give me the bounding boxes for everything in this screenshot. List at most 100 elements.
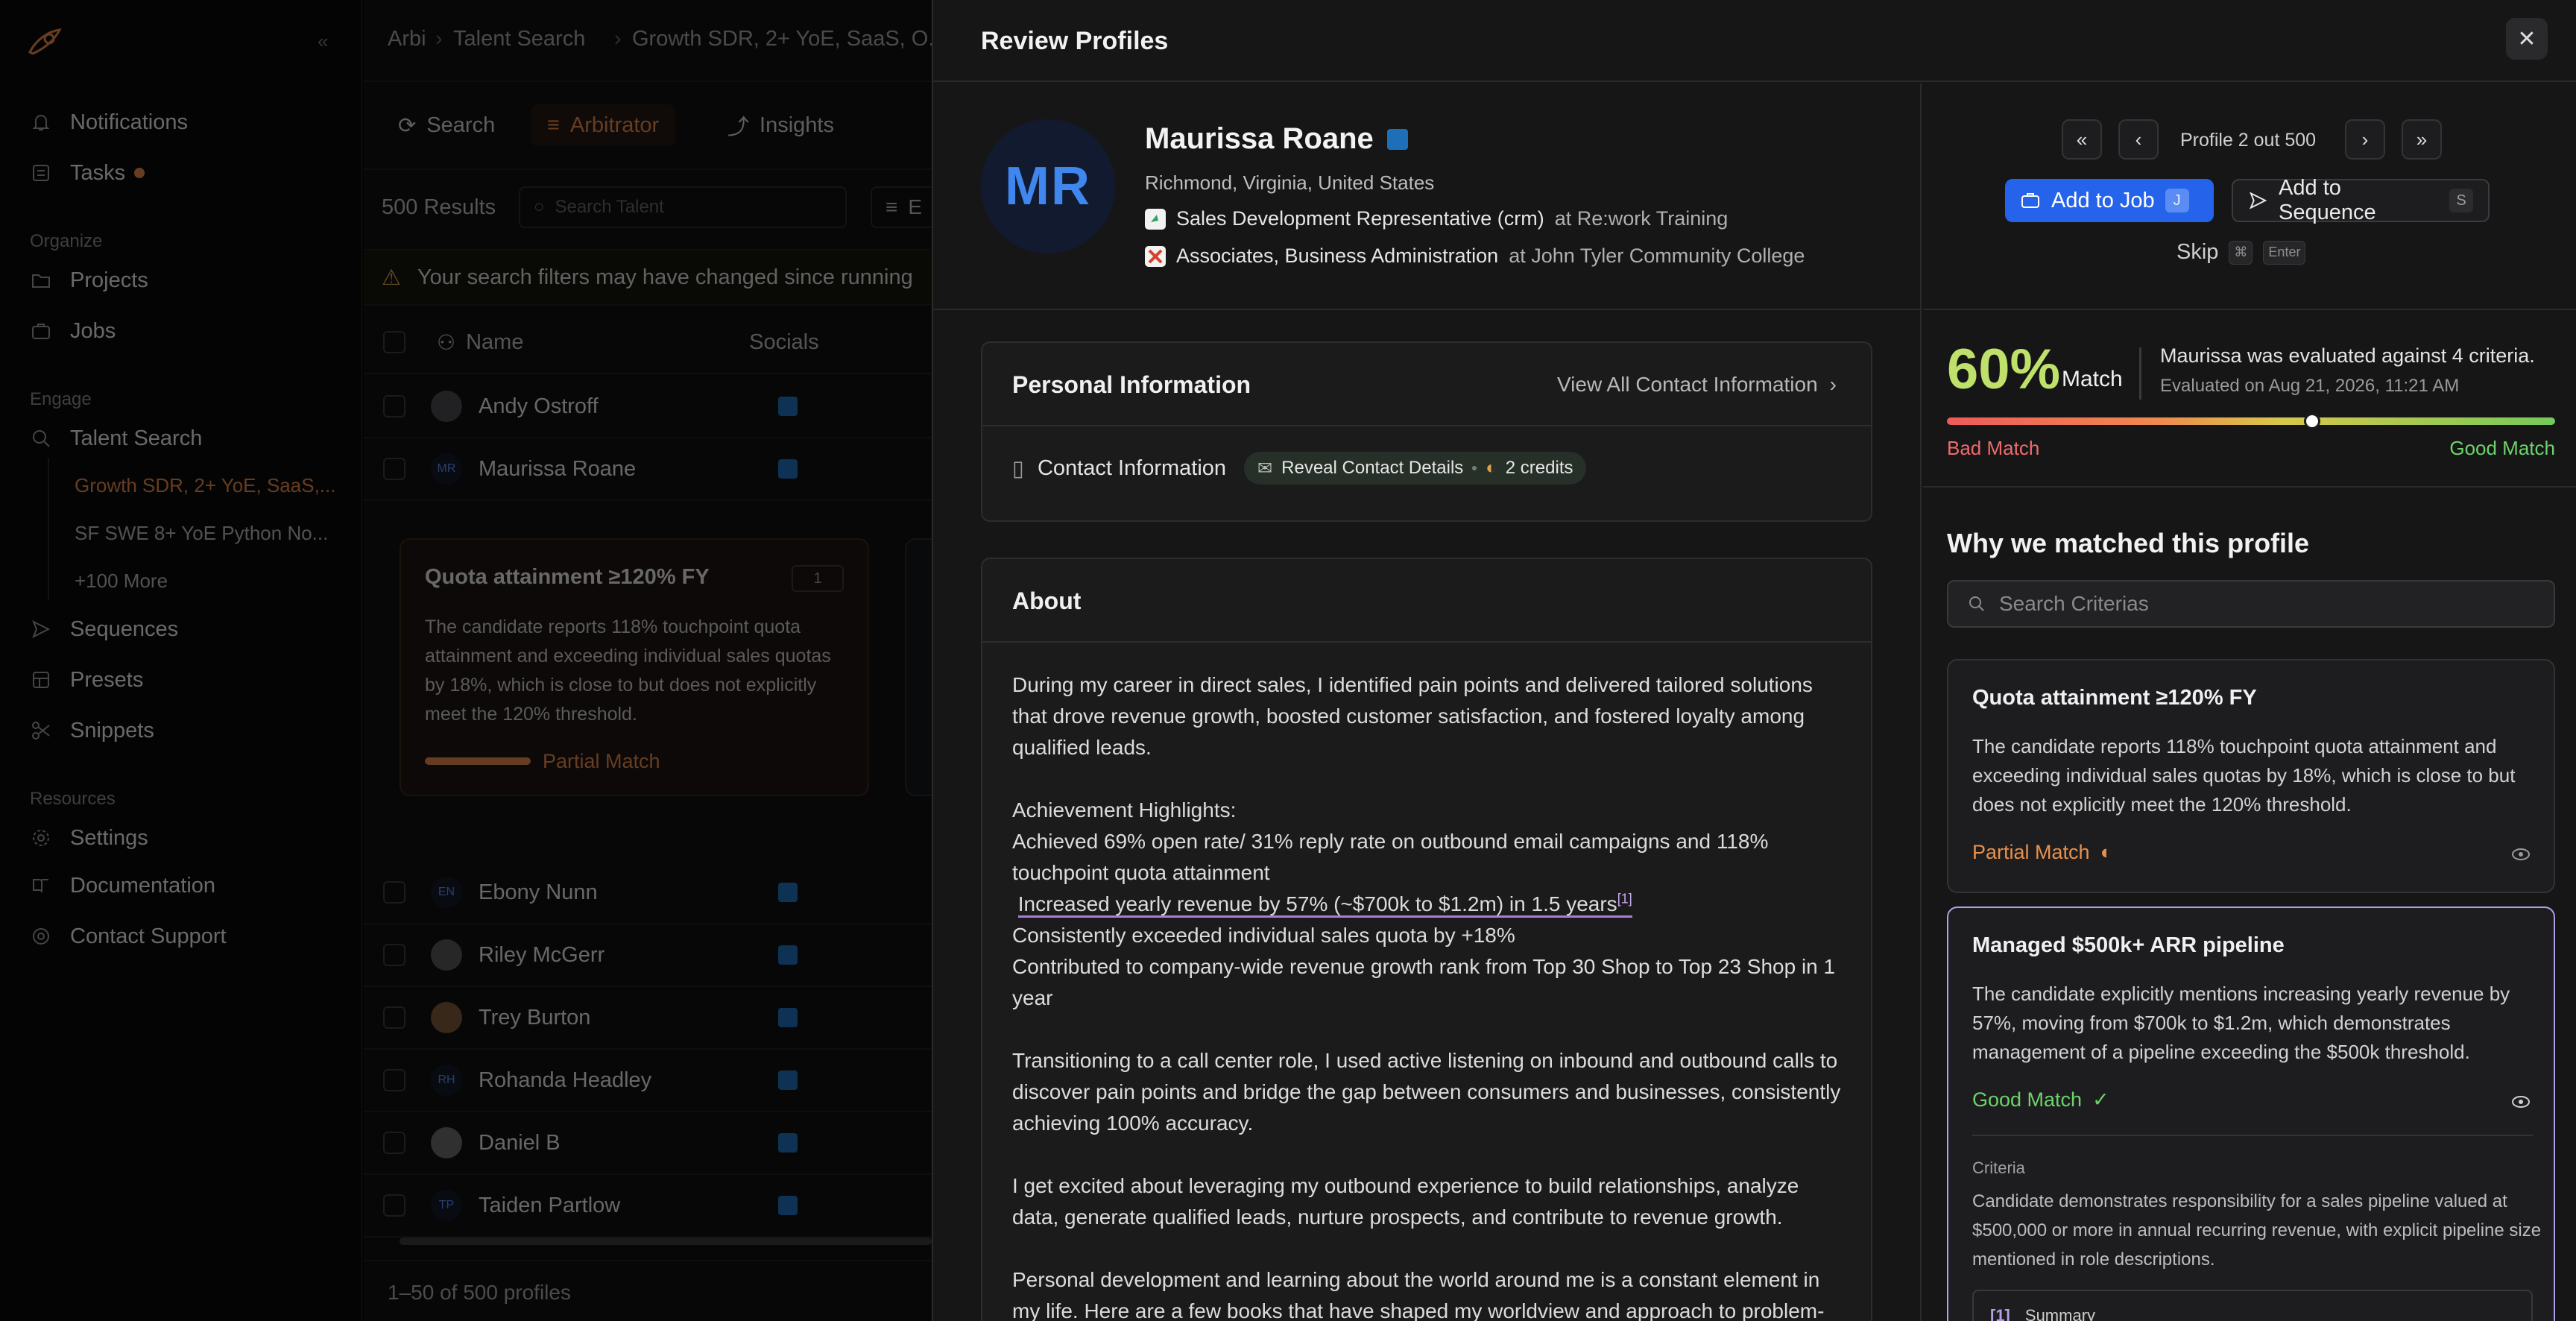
avatar: TP xyxy=(431,1190,462,1221)
table-row[interactable]: Trey Burton xyxy=(364,987,932,1050)
criterion-text: The candidate reports 118% touchpoint qu… xyxy=(1972,735,2516,816)
eye-icon[interactable] xyxy=(2510,844,2531,865)
mail-icon: ✉ xyxy=(1257,458,1273,479)
sidebar-item-tasks[interactable]: Tasks xyxy=(30,152,145,194)
linkedin-icon[interactable] xyxy=(778,397,798,416)
table-row[interactable]: RH Rohanda Headley xyxy=(364,1050,932,1112)
sidebar-sub-sf-swe[interactable]: SF SWE 8+ YoE Python No... xyxy=(75,522,328,545)
breadcrumb-arbi[interactable]: Arbi xyxy=(388,27,426,51)
prev-profile-button[interactable]: ‹ xyxy=(2118,119,2159,160)
horizontal-scrollbar[interactable] xyxy=(400,1238,932,1245)
table-row[interactable]: EN Ebony Nunn xyxy=(364,862,932,924)
table-row[interactable]: Andy Ostroff xyxy=(364,376,932,438)
highlight-item: Contributed to company-wide revenue grow… xyxy=(1012,955,1836,1009)
linkedin-icon[interactable] xyxy=(778,1196,798,1215)
first-profile-button[interactable]: « xyxy=(2062,119,2102,160)
criterion-title: Managed $500k+ ARR pipeline xyxy=(1972,933,2285,957)
chevron-right-icon: › xyxy=(1829,373,1837,396)
linkedin-icon[interactable] xyxy=(778,1071,798,1090)
next-profile-button[interactable]: › xyxy=(2345,119,2385,160)
tab-insights[interactable]: ⤴ Insights xyxy=(711,104,850,146)
separator-dot xyxy=(1472,466,1477,470)
sidebar-item-projects[interactable]: Projects xyxy=(30,259,148,301)
citation-ref[interactable]: [1] xyxy=(1617,892,1632,907)
search-talent-input[interactable]: ○ Search Talent xyxy=(519,186,847,228)
cited-evidence: Increased yearly revenue by 57% (~$700k … xyxy=(1017,892,1632,918)
sidebar-sub-more[interactable]: +100 More xyxy=(75,570,168,593)
skip-button[interactable]: Skip ⌘ Enter xyxy=(2176,240,2306,265)
modal-header: Review Profiles ✕ xyxy=(933,0,2576,82)
criterion-card[interactable]: Quota attainment ≥120% FY The candidate … xyxy=(1947,659,2555,893)
table-row[interactable]: TP Taiden Partlow xyxy=(364,1175,932,1238)
summary-evidence-row[interactable]: [1] Summary xyxy=(1972,1290,2533,1321)
tab-search[interactable]: ⟳ Search xyxy=(382,104,511,146)
education-degree: Associates, Business Administration xyxy=(1176,245,1499,267)
highlights-title: Achievement Highlights: xyxy=(1012,798,1237,822)
divider xyxy=(1972,1135,2533,1136)
candidate-name: Riley McGerr xyxy=(479,942,605,967)
shortcut-key: J xyxy=(2165,189,2189,212)
collapse-sidebar-icon[interactable]: « xyxy=(318,30,328,53)
tab-label: Search xyxy=(426,113,496,137)
row-checkbox[interactable] xyxy=(383,1194,405,1217)
breadcrumb-sep: › xyxy=(435,27,443,51)
sidebar-item-contact-support[interactable]: Contact Support xyxy=(30,915,227,957)
row-checkbox[interactable] xyxy=(383,1006,405,1029)
sidebar-item-notifications[interactable]: Notifications xyxy=(30,101,188,143)
sidebar-item-talent-search[interactable]: Talent Search xyxy=(30,417,202,459)
table-row[interactable]: Daniel B xyxy=(364,1112,932,1175)
talent-search-main: Arbi › Talent Search › Growth SDR, 2+ Yo… xyxy=(364,0,960,1321)
add-to-job-button[interactable]: Add to Job J xyxy=(2005,179,2214,222)
search-criteria-input[interactable] xyxy=(1999,592,2521,616)
criterion-card-selected[interactable]: Managed $500k+ ARR pipeline The candidat… xyxy=(1947,907,2555,1321)
linkedin-icon[interactable] xyxy=(778,1008,798,1027)
match-word: Match xyxy=(2062,367,2123,391)
shortcut-key: S xyxy=(2449,189,2473,212)
linkedin-icon[interactable] xyxy=(778,1133,798,1153)
sidebar-item-sequences[interactable]: Sequences xyxy=(30,608,178,650)
sidebar-item-label: Tasks xyxy=(70,160,126,185)
highlight-item-cited: Increased yearly revenue by 57% (~$700k … xyxy=(1012,889,1847,920)
row-checkbox[interactable] xyxy=(383,395,405,417)
col-name[interactable]: Name xyxy=(466,330,749,355)
last-profile-button[interactable]: » xyxy=(2402,119,2442,160)
citation-ref: [1] xyxy=(1990,1306,2010,1321)
tree-line xyxy=(48,458,49,599)
select-all-checkbox[interactable] xyxy=(383,331,405,353)
match-description: Maurissa was evaluated against 4 criteri… xyxy=(2160,344,2535,367)
criterion-text: The candidate reports 118% touchpoint qu… xyxy=(425,617,831,725)
linkedin-icon[interactable] xyxy=(1386,128,1408,150)
table-row[interactable]: MR Maurissa Roane xyxy=(364,438,932,501)
search-criteria-field[interactable] xyxy=(1947,580,2555,628)
eye-icon[interactable] xyxy=(2510,1091,2531,1112)
sidebar-item-settings[interactable]: Settings xyxy=(30,817,148,859)
sidebar-item-presets[interactable]: Presets xyxy=(30,659,143,701)
linkedin-icon[interactable] xyxy=(778,459,798,479)
add-to-sequence-button[interactable]: Add to Sequence S xyxy=(2232,176,2490,224)
profile-name: Maurissa Roane xyxy=(1145,122,1374,155)
sidebar-item-snippets[interactable]: Snippets xyxy=(30,710,154,751)
candidate-name: Trey Burton xyxy=(479,1005,591,1030)
tab-arbitrator[interactable]: ≡ Arbitrator xyxy=(531,104,676,146)
row-checkbox[interactable] xyxy=(383,458,405,480)
summary-label: Summary xyxy=(2024,1306,2096,1321)
row-checkbox[interactable] xyxy=(383,1069,405,1091)
row-checkbox[interactable] xyxy=(383,1132,405,1154)
sidebar-item-jobs[interactable]: Jobs xyxy=(30,310,116,352)
row-checkbox[interactable] xyxy=(383,881,405,904)
close-icon: ✕ xyxy=(2517,26,2536,51)
reveal-contact-button[interactable]: ✉ Reveal Contact Details ◐ 2 credits xyxy=(1244,452,1587,485)
table-row[interactable]: Riley McGerr xyxy=(364,924,932,987)
sidebar-item-documentation[interactable]: Documentation xyxy=(30,865,215,907)
sidebar-sub-growth-sdr[interactable]: Growth SDR, 2+ YoE, SaaS,... xyxy=(75,474,335,497)
school-logo xyxy=(1145,245,1166,267)
breadcrumb-talent-search[interactable]: Talent Search xyxy=(453,27,585,51)
tab-label: Arbitrator xyxy=(569,113,660,137)
row-checkbox[interactable] xyxy=(383,944,405,966)
app-logo[interactable] xyxy=(25,25,64,58)
linkedin-icon[interactable] xyxy=(778,945,798,965)
view-all-contact-link[interactable]: View All Contact Information › xyxy=(1557,373,1837,397)
linkedin-icon[interactable] xyxy=(778,883,798,902)
col-socials[interactable]: Socials xyxy=(749,330,819,355)
close-button[interactable]: ✕ xyxy=(2506,18,2548,60)
